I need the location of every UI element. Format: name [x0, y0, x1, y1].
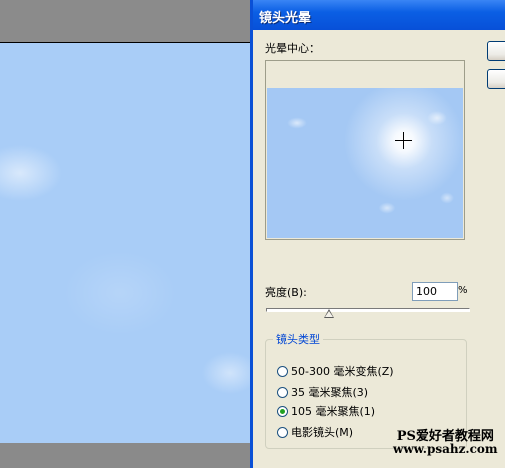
lens-option-35[interactable]: 35 毫米聚焦(3): [277, 384, 368, 400]
brightness-label: 亮度(B):: [265, 286, 307, 299]
watermark: PS爱好者教程网 www.psahz.com: [393, 430, 498, 456]
lens-option-50-300[interactable]: 50-300 毫米变焦(Z): [277, 363, 394, 379]
watermark-line2: www.psahz.com: [393, 442, 498, 456]
dialog-titlebar[interactable]: 镜头光晕: [253, 0, 505, 30]
brightness-input[interactable]: [412, 282, 458, 301]
image-canvas[interactable]: [0, 42, 255, 444]
lens-flare-dialog: 镜头光晕 光晕中心： 亮度(B): % 镜头类型 50-300 毫米变焦(Z) …: [250, 0, 505, 468]
lens-type-title: 镜头类型: [273, 331, 323, 347]
radio-movie[interactable]: [277, 427, 288, 438]
brightness-slider-thumb[interactable]: [324, 309, 335, 318]
lens-option-label: 电影镜头(M): [291, 426, 354, 439]
lens-option-label: 105 毫米聚焦(1): [291, 405, 376, 418]
radio-50-300[interactable]: [277, 366, 288, 377]
lens-option-label: 35 毫米聚焦(3): [291, 386, 369, 399]
cancel-button[interactable]: [487, 69, 505, 89]
slider-thumb-inner: [325, 311, 334, 317]
flare-center-crosshair-icon[interactable]: [395, 132, 412, 149]
preview-image[interactable]: [267, 88, 463, 238]
brightness-slider-track[interactable]: [266, 308, 470, 312]
lens-option-label: 50-300 毫米变焦(Z): [291, 365, 394, 378]
ok-button[interactable]: [487, 41, 505, 61]
radio-35[interactable]: [277, 387, 288, 398]
flare-center-label: 光晕中心：: [265, 42, 320, 55]
lens-option-movie[interactable]: 电影镜头(M): [277, 424, 353, 440]
dialog-title: 镜头光晕: [259, 11, 312, 26]
radio-105[interactable]: [277, 406, 288, 417]
brightness-unit: %: [458, 285, 468, 296]
lens-option-105[interactable]: 105 毫米聚焦(1): [277, 403, 375, 419]
workspace-background-bottom: [0, 443, 255, 468]
flare-preview[interactable]: [265, 60, 465, 240]
workspace-background: [0, 0, 255, 42]
